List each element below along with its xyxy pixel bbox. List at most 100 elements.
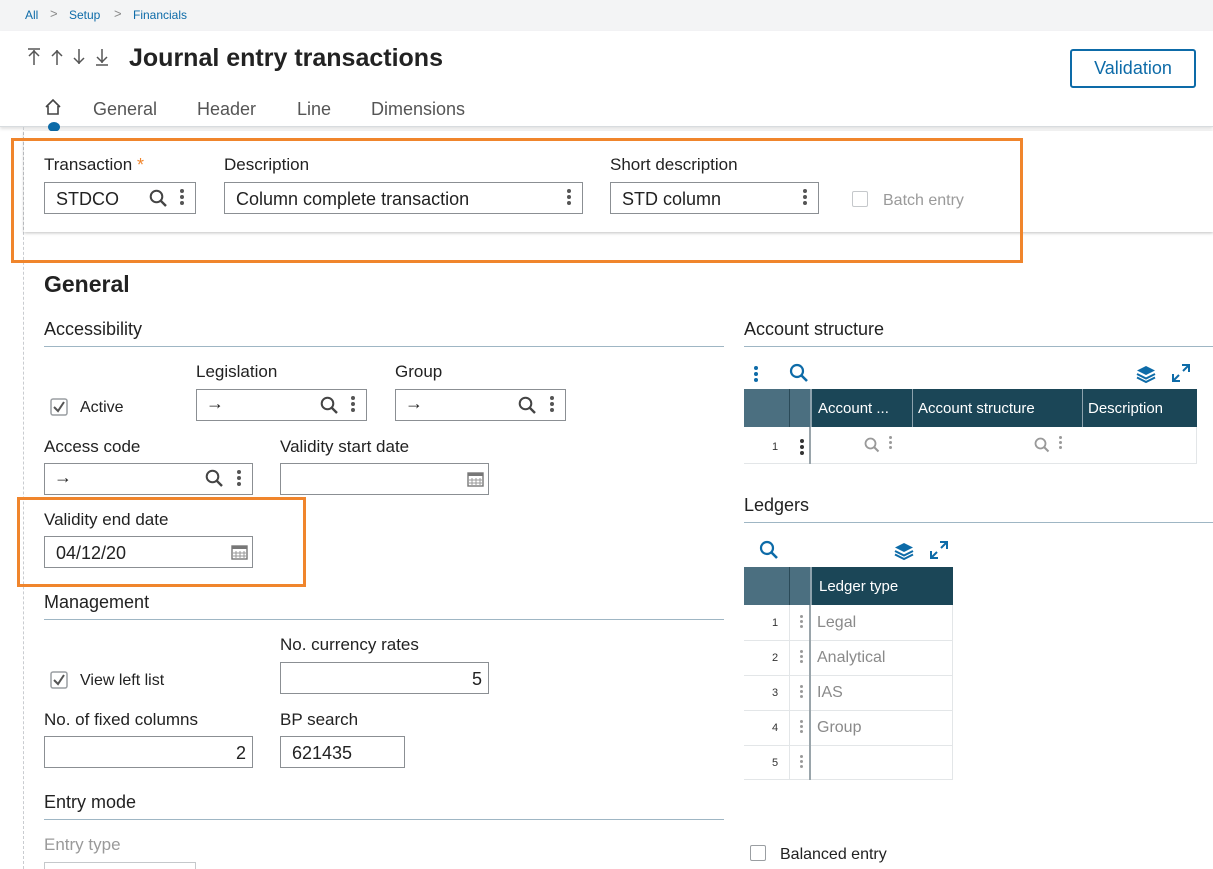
- table-row[interactable]: [744, 427, 1197, 464]
- column-header-description[interactable]: Description: [1082, 389, 1197, 427]
- more-options-icon[interactable]: [1059, 434, 1063, 451]
- entry-type-field[interactable]: [44, 862, 196, 869]
- ledger-type-cell[interactable]: Legal: [817, 614, 856, 632]
- tab-general[interactable]: General: [93, 99, 157, 120]
- layers-icon[interactable]: [1135, 364, 1157, 384]
- more-options-icon[interactable]: [351, 394, 355, 414]
- more-options-icon[interactable]: [180, 187, 184, 207]
- ledger-type-cell[interactable]: Group: [817, 719, 861, 737]
- legislation-value: →: [206, 393, 224, 413]
- account-structure-title: Account structure: [744, 319, 885, 339]
- balanced-entry-checkbox[interactable]: [750, 845, 766, 861]
- description-value: Column complete transaction: [236, 189, 470, 209]
- required-marker: *: [137, 155, 145, 175]
- search-icon[interactable]: [1034, 437, 1050, 453]
- grid-header-corner: [789, 389, 810, 427]
- transaction-value: STDCO: [56, 189, 119, 209]
- search-icon[interactable]: [320, 396, 339, 415]
- previous-record-icon[interactable]: [49, 47, 65, 67]
- row-options-icon[interactable]: [800, 718, 804, 735]
- currency-rates-field[interactable]: [280, 662, 489, 694]
- search-icon[interactable]: [789, 363, 809, 383]
- fixed-columns-value: 2: [236, 743, 247, 763]
- tab-header[interactable]: Header: [197, 99, 256, 120]
- tab-line[interactable]: Line: [297, 99, 331, 120]
- breadcrumb-financials[interactable]: Financials: [133, 8, 187, 22]
- tab-dimensions[interactable]: Dimensions: [371, 99, 465, 120]
- view-left-list-label: View left list: [80, 672, 165, 689]
- breadcrumb-setup[interactable]: Setup: [69, 8, 100, 22]
- management-title: Management: [44, 592, 150, 612]
- next-record-icon[interactable]: [71, 47, 87, 67]
- column-header-account-structure[interactable]: Account structure: [912, 389, 1082, 427]
- first-record-icon[interactable]: [26, 47, 42, 67]
- grid-col-line: [789, 605, 790, 780]
- grid-header-corner: [744, 567, 789, 605]
- active-label: Active: [80, 399, 124, 416]
- search-icon[interactable]: [759, 540, 779, 560]
- access-code-label: Access code: [44, 437, 141, 456]
- validity-start-label: Validity start date: [280, 437, 410, 456]
- more-options-icon[interactable]: [567, 187, 571, 207]
- short-description-value: STD column: [622, 189, 722, 209]
- breadcrumb-all[interactable]: All: [25, 8, 38, 22]
- row-number: 1: [772, 617, 779, 629]
- more-options-icon[interactable]: [803, 187, 807, 207]
- group-label: Group: [395, 362, 443, 381]
- expand-icon[interactable]: [929, 540, 949, 560]
- column-header-account[interactable]: Account ...: [810, 389, 912, 427]
- more-options-icon[interactable]: [754, 364, 758, 384]
- row-number: 5: [772, 757, 779, 769]
- search-icon[interactable]: [149, 189, 168, 208]
- column-header-ledger-type[interactable]: Ledger type: [810, 567, 953, 605]
- entry-mode-title: Entry mode: [44, 792, 137, 812]
- validation-button[interactable]: Validation: [1070, 49, 1196, 88]
- grid-row-line: [744, 710, 953, 711]
- validity-start-field[interactable]: [280, 463, 489, 495]
- grid-row-line: [744, 745, 953, 746]
- grid-row-line: [744, 675, 953, 676]
- row-number: 3: [772, 687, 779, 699]
- transaction-label: Transaction: [44, 155, 133, 174]
- row-options-icon[interactable]: [800, 613, 804, 630]
- fixed-columns-field[interactable]: [44, 736, 253, 768]
- home-icon[interactable]: [44, 98, 62, 116]
- group-value: →: [405, 393, 423, 413]
- description-label: Description: [224, 155, 310, 174]
- validity-end-label: Validity end date: [44, 510, 169, 529]
- chevron-right-icon: >: [50, 6, 58, 21]
- search-icon[interactable]: [864, 437, 880, 453]
- more-options-icon[interactable]: [237, 468, 241, 488]
- ledger-type-cell[interactable]: IAS: [817, 684, 843, 702]
- expand-icon[interactable]: [1171, 363, 1191, 383]
- search-icon[interactable]: [205, 469, 224, 488]
- grid-header-corner: [789, 567, 810, 605]
- access-code-value: →: [54, 467, 72, 487]
- calendar-icon[interactable]: [231, 543, 248, 560]
- grid-row-line: [744, 640, 953, 641]
- calendar-icon[interactable]: [467, 470, 484, 487]
- row-number: 1: [772, 441, 779, 453]
- search-icon[interactable]: [518, 396, 537, 415]
- row-options-icon[interactable]: [800, 437, 804, 457]
- general-section-title: General: [44, 271, 130, 297]
- row-options-icon[interactable]: [800, 683, 804, 700]
- layers-icon[interactable]: [893, 541, 915, 561]
- validity-end-value: 04/12/20: [56, 543, 127, 563]
- last-record-icon[interactable]: [94, 47, 110, 67]
- currency-rates-value: 5: [472, 669, 483, 689]
- more-options-icon[interactable]: [889, 434, 893, 451]
- active-checkbox[interactable]: [50, 398, 68, 416]
- ledger-type-cell[interactable]: Analytical: [817, 649, 885, 667]
- grid-divider: [809, 427, 811, 464]
- row-options-icon[interactable]: [800, 648, 804, 665]
- currency-rates-label: No. currency rates: [280, 635, 419, 654]
- section-divider: [44, 819, 724, 820]
- accessibility-title: Accessibility: [44, 319, 143, 339]
- row-options-icon[interactable]: [800, 753, 804, 770]
- view-left-list-checkbox[interactable]: [50, 671, 68, 689]
- more-options-icon[interactable]: [550, 394, 554, 414]
- batch-entry-checkbox[interactable]: [852, 191, 868, 207]
- short-description-label: Short description: [610, 155, 738, 174]
- grid-header-corner: [744, 389, 789, 427]
